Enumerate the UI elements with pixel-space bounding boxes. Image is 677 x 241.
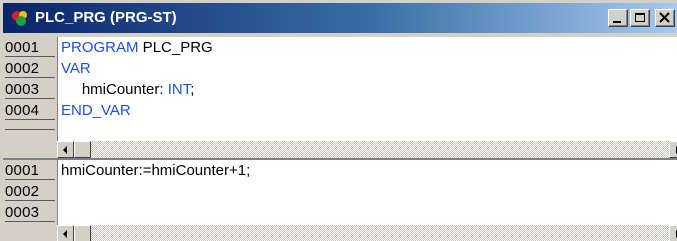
scroll-right-button[interactable] <box>669 225 677 241</box>
line-number: 0002 <box>5 59 55 78</box>
scrollbar-gutter <box>3 141 57 158</box>
code-text[interactable]: PROGRAM PLC_PRG <box>61 38 213 57</box>
scroll-left-button[interactable] <box>57 225 74 241</box>
code-line[interactable]: 0003 hmiCounter: INT; <box>3 79 677 100</box>
code-line[interactable]: 0001 PROGRAM PLC_PRG <box>3 37 677 58</box>
keyword: PROGRAM <box>61 39 139 56</box>
keyword: VAR <box>61 60 91 77</box>
minimize-icon <box>613 21 621 23</box>
line-number: 0003 <box>5 203 55 222</box>
declaration-editor[interactable]: 0001 PROGRAM PLC_PRG 0002 VAR 0003 hmiCo… <box>3 37 677 141</box>
line-number: 0002 <box>5 182 55 201</box>
identifier: PLC_PRG <box>138 39 213 56</box>
close-button[interactable] <box>655 9 675 27</box>
title-bar[interactable]: PLC_PRG (PRG-ST) <box>3 3 677 33</box>
punctuation: ; <box>190 81 195 98</box>
editor-window: PLC_PRG (PRG-ST) 0001 PROGRAM PLC_PRG 00… <box>0 0 677 241</box>
code-line[interactable]: 0001 hmiCounter:=hmiCounter+1; <box>3 160 677 181</box>
scroll-left-icon <box>63 146 67 154</box>
code-text[interactable]: hmiCounter:=hmiCounter+1; <box>61 161 250 180</box>
plc-program-icon <box>11 9 29 27</box>
line-number-partial <box>5 122 55 130</box>
declaration-hscrollbar[interactable] <box>57 141 677 158</box>
keyword: INT <box>167 81 191 98</box>
code-line[interactable]: 0004 END_VAR <box>3 100 677 121</box>
maximize-icon <box>635 13 645 22</box>
body-hscrollbar[interactable] <box>57 225 677 241</box>
body-editor[interactable]: 0001 hmiCounter:=hmiCounter+1; 0002 0003 <box>3 160 677 225</box>
scrollbar-gutter <box>3 225 57 241</box>
code-line-partial <box>3 121 677 141</box>
close-icon <box>659 12 670 23</box>
line-number: 0003 <box>5 80 55 99</box>
line-number: 0001 <box>5 161 55 180</box>
window-title: PLC_PRG (PRG-ST) <box>35 9 177 26</box>
minimize-button[interactable] <box>608 9 628 27</box>
maximize-button[interactable] <box>630 9 650 27</box>
keyword: END_VAR <box>61 102 131 119</box>
line-number: 0001 <box>5 38 55 57</box>
code-line[interactable]: 0002 <box>3 181 677 202</box>
code-line[interactable]: 0002 VAR <box>3 58 677 79</box>
scroll-thumb[interactable] <box>74 225 91 241</box>
scroll-left-icon <box>63 230 67 238</box>
code-text[interactable]: END_VAR <box>61 101 131 120</box>
code-line[interactable]: 0003 <box>3 202 677 223</box>
scroll-thumb[interactable] <box>74 141 91 158</box>
scroll-right-button[interactable] <box>669 141 677 158</box>
identifier: hmiCounter: <box>61 81 168 98</box>
code-text[interactable]: hmiCounter: INT; <box>61 80 195 99</box>
code-text[interactable]: VAR <box>61 59 91 78</box>
line-number: 0004 <box>5 101 55 120</box>
scroll-left-button[interactable] <box>57 141 74 158</box>
